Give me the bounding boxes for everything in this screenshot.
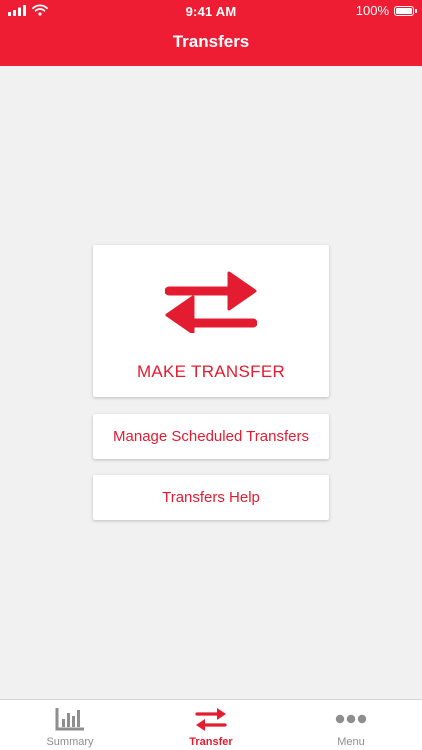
make-transfer-button[interactable]: MAKE TRANSFER [93, 245, 329, 397]
manage-scheduled-transfers-label: Manage Scheduled Transfers [113, 428, 309, 445]
tab-menu[interactable]: Menu [281, 700, 421, 750]
tab-transfer-label: Transfer [189, 736, 233, 748]
tab-transfer[interactable]: Transfer [141, 700, 281, 750]
transfers-help-button[interactable]: Transfers Help [93, 475, 329, 520]
page-title: Transfers [172, 32, 250, 51]
tab-bar: Summary Transfer Menu [0, 699, 422, 750]
tab-summary[interactable]: Summary [0, 700, 140, 750]
make-transfer-label: MAKE TRANSFER [136, 362, 286, 381]
status-bar: 9:41 AM 100% [0, 0, 422, 24]
transfer-arrows-icon [165, 271, 257, 333]
transfer-arrows-icon [195, 708, 227, 731]
app-header: 9:41 AM 100% Transfers [0, 0, 422, 66]
battery-icon [394, 5, 417, 16]
manage-scheduled-transfers-button[interactable]: Manage Scheduled Transfers [93, 414, 329, 459]
tab-summary-label: Summary [46, 736, 94, 748]
transfers-help-label: Transfers Help [162, 489, 260, 506]
more-dots-icon [335, 714, 367, 724]
battery-percent: 100% [355, 3, 389, 18]
bar-chart-icon [55, 708, 84, 731]
status-right: 100% [355, 3, 417, 18]
tab-menu-label: Menu [337, 736, 365, 748]
battery-fill [396, 7, 412, 14]
